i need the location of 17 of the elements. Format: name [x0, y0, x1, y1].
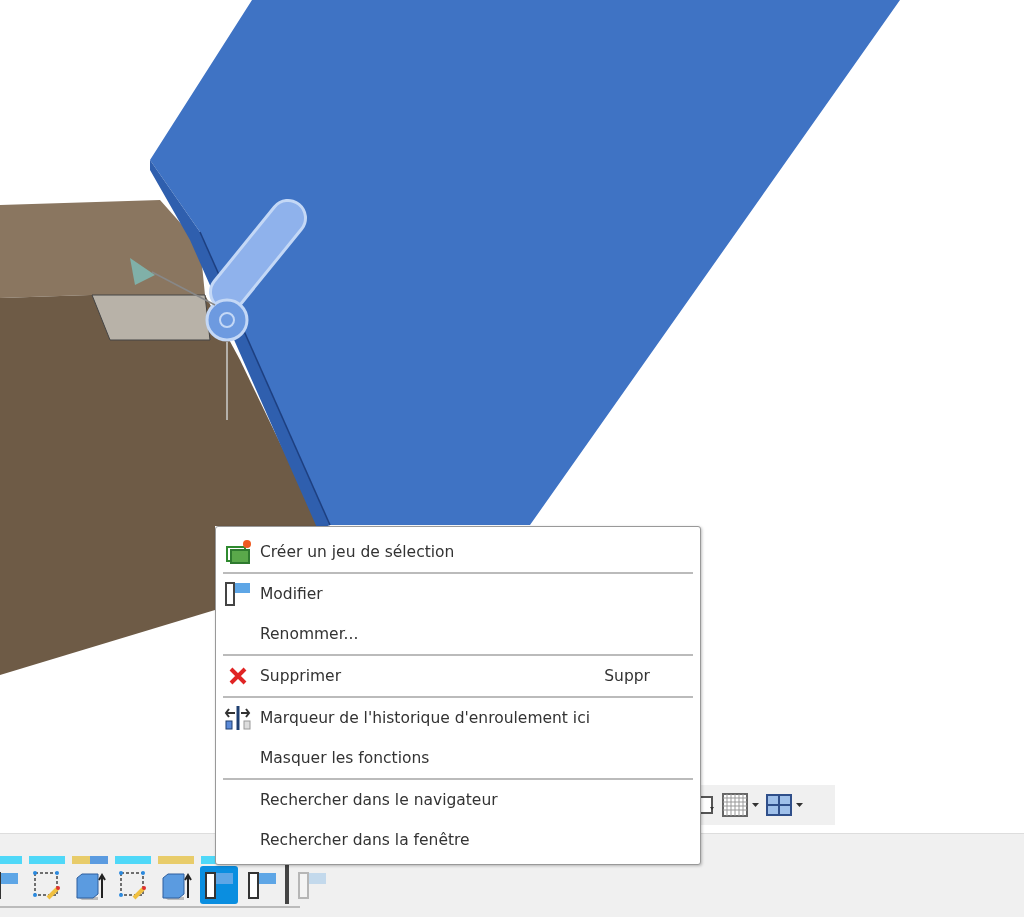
menu-item[interactable]: Renommer...	[216, 614, 700, 654]
menu-item[interactable]: Masquer les fonctions	[216, 738, 700, 778]
timeline-feature[interactable]	[200, 866, 238, 904]
rollback-marker-icon	[224, 704, 252, 732]
delete-icon	[228, 666, 248, 686]
menu-item[interactable]: Créer un jeu de sélection	[216, 532, 700, 572]
shortcut-text: Suppr	[604, 667, 650, 685]
menu-item[interactable]: Modifier	[216, 574, 700, 614]
menu-item[interactable]: Marqueur de l'historique d'enroulement ici	[216, 698, 700, 738]
joint-icon	[224, 580, 252, 608]
menu-item[interactable]: Rechercher dans le navigateur	[216, 780, 700, 820]
selection-set-icon	[225, 539, 251, 565]
menu-item[interactable]: Rechercher dans la fenêtre	[216, 820, 700, 860]
joint-glyph-drawing[interactable]	[205, 199, 307, 342]
grid-icon[interactable]	[722, 793, 760, 817]
menu-item[interactable]: Supprimer Suppr	[216, 656, 700, 696]
viewports-icon[interactable]	[766, 793, 804, 817]
